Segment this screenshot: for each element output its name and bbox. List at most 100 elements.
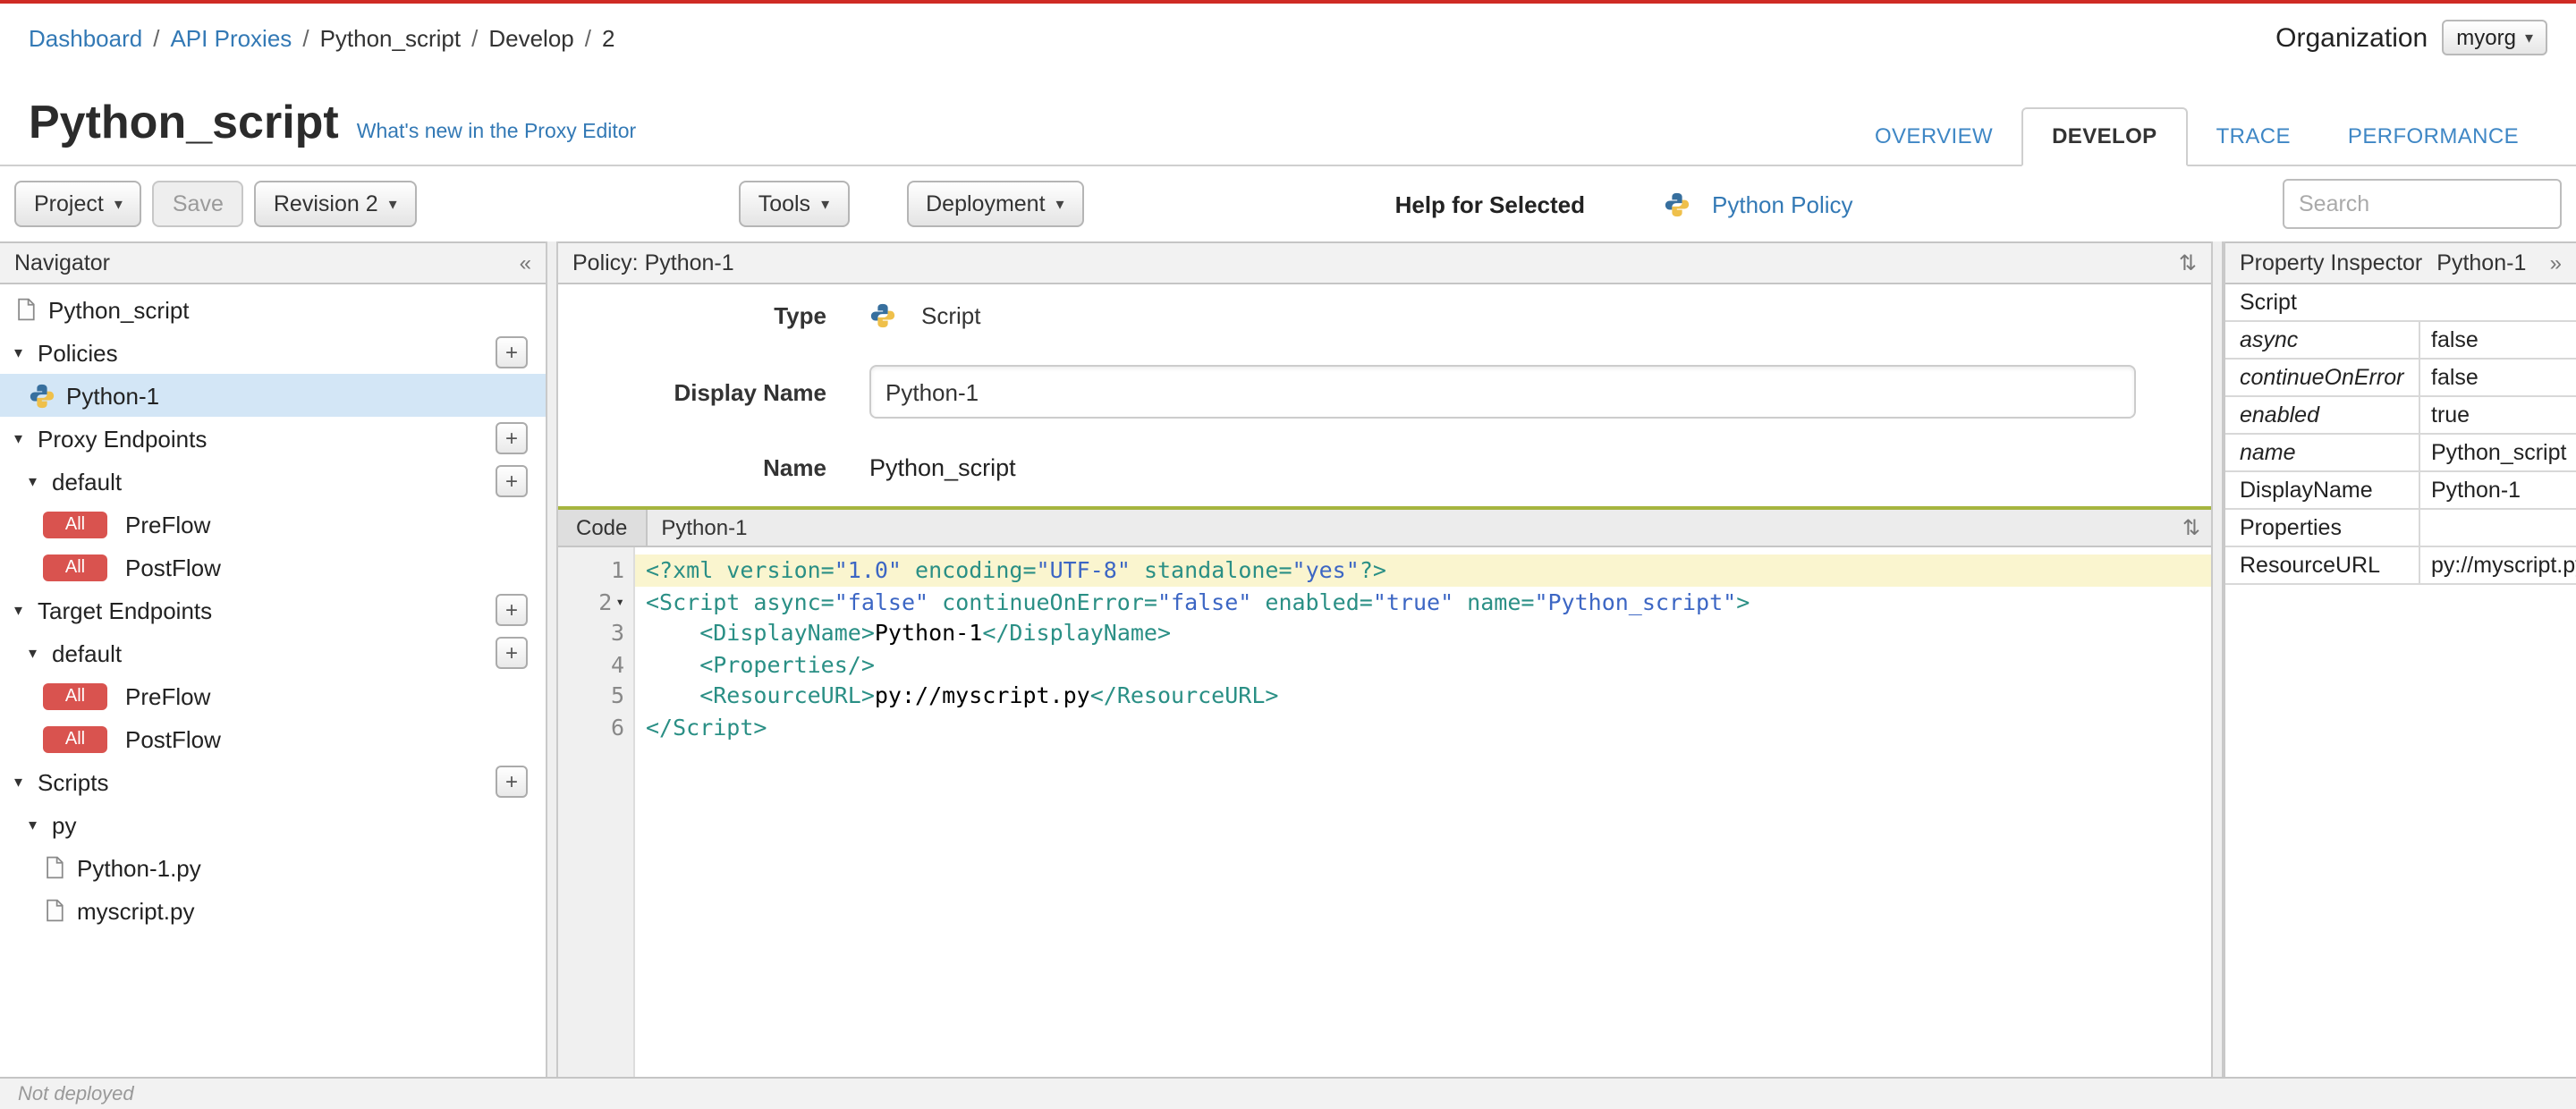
policy-panel-title: Policy: Python-1 <box>572 250 734 275</box>
nav-item-postflow[interactable]: All PostFlow <box>0 717 546 760</box>
add-button[interactable]: + <box>496 637 528 669</box>
breadcrumb-api-proxies[interactable]: API Proxies <box>170 24 292 51</box>
property-row-resourceurl: ResourceURL py://myscript.py <box>2225 547 2576 585</box>
panel-collapse-icon[interactable]: ⇅ <box>2179 250 2197 275</box>
project-button-label: Project <box>34 191 104 216</box>
nav-item-label: Scripts <box>38 768 109 795</box>
code-tab[interactable]: Code <box>558 510 648 546</box>
tree-expand-icon[interactable]: ▾ <box>29 643 52 663</box>
tree-expand-icon[interactable]: ▾ <box>14 343 38 362</box>
project-button[interactable]: Project ▾ <box>14 181 142 227</box>
save-button[interactable]: Save <box>152 181 243 227</box>
vertical-splitter[interactable] <box>2211 241 2224 1077</box>
help-for-selected-label: Help for Selected <box>1394 190 1585 217</box>
organization-value: myorg <box>2456 25 2516 50</box>
vertical-splitter[interactable] <box>546 241 558 1077</box>
organization-label: Organization <box>2275 22 2428 53</box>
tree-expand-icon[interactable]: ▾ <box>14 428 38 448</box>
tab-trace[interactable]: TRACE <box>2188 109 2319 165</box>
tree-expand-icon[interactable]: ▾ <box>29 471 52 491</box>
main-area: Navigator « Python_script ▾ Policies + Pytho… <box>0 241 2576 1077</box>
nav-item-label: PostFlow <box>125 554 221 580</box>
file-icon <box>14 297 38 322</box>
status-bar: Not deployed <box>0 1077 2576 1109</box>
add-button[interactable]: + <box>496 594 528 626</box>
tab-performance[interactable]: PERFORMANCE <box>2319 109 2547 165</box>
display-name-label: Display Name <box>674 378 826 405</box>
nav-item-python-1[interactable]: Python-1 <box>0 374 546 417</box>
tree-expand-icon[interactable]: ▾ <box>29 815 52 834</box>
add-button[interactable]: + <box>496 336 528 368</box>
property-value: true <box>2431 402 2470 428</box>
code-gutter[interactable]: 1 2 ▾ 3 4 5 6 <box>558 547 635 1077</box>
property-row-name: name Python_script <box>2225 435 2576 472</box>
property-key: ResourceURL <box>2225 547 2420 583</box>
gutter-line: 5 <box>610 681 624 708</box>
property-value: py://myscript.py <box>2431 553 2576 578</box>
revision-button[interactable]: Revision 2 ▾ <box>253 181 417 227</box>
nav-item-py[interactable]: ▾ py <box>0 803 546 846</box>
tools-button[interactable]: Tools ▾ <box>738 181 850 227</box>
nav-item-postflow[interactable]: All PostFlow <box>0 546 546 588</box>
add-button[interactable]: + <box>496 465 528 497</box>
name-value: Python_script <box>869 454 1016 481</box>
nav-item-proxy-endpoints[interactable]: ▾ Proxy Endpoints + <box>0 417 546 460</box>
deployment-button[interactable]: Deployment ▾ <box>906 181 1084 227</box>
type-value-text: Script <box>921 302 981 329</box>
nav-item-policies[interactable]: ▾ Policies + <box>0 331 546 374</box>
display-name-input[interactable] <box>869 365 2136 419</box>
breadcrumb-separator: / <box>471 24 479 51</box>
policy-form: Type Script Display Name Name Python_scr… <box>558 284 2211 506</box>
property-row-continueonerror: continueOnError false <box>2225 360 2576 397</box>
add-button[interactable]: + <box>496 766 528 798</box>
expand-right-icon[interactable]: » <box>2550 250 2562 275</box>
nav-item-myscript-py[interactable]: myscript.py <box>0 889 546 932</box>
nav-item-preflow[interactable]: All PreFlow <box>0 674 546 717</box>
page-title: Python_script <box>29 95 339 148</box>
property-inspector-subtitle: Python-1 <box>2436 250 2527 275</box>
nav-item-scripts[interactable]: ▾ Scripts + <box>0 760 546 803</box>
code-editor[interactable]: 1 2 ▾ 3 4 5 6 <?xml version="1.0" encoding="UT… <box>558 547 2211 1077</box>
type-value: Script <box>869 302 980 329</box>
chevron-down-icon: ▾ <box>2524 28 2533 46</box>
nav-item-python-1-py[interactable]: Python-1.py <box>0 846 546 889</box>
nav-item-default[interactable]: ▾ default + <box>0 460 546 503</box>
breadcrumb: Dashboard / API Proxies / Python_script … <box>29 24 614 51</box>
editor-column: Policy: Python-1 ⇅ Type Script Display N… <box>558 241 2211 1077</box>
gutter-line: 4 <box>610 650 624 677</box>
tab-overview[interactable]: OVERVIEW <box>1846 109 2021 165</box>
tab-develop[interactable]: DEVELOP <box>2021 107 2188 166</box>
property-key: continueOnError <box>2225 360 2420 395</box>
nav-item-default[interactable]: ▾ default + <box>0 631 546 674</box>
search-input[interactable] <box>2283 179 2562 229</box>
navigator-panel: Navigator « Python_script ▾ Policies + Pytho… <box>0 241 546 1077</box>
tree-expand-icon[interactable]: ▾ <box>14 772 38 792</box>
tree-expand-icon[interactable]: ▾ <box>14 600 38 620</box>
chevron-down-icon: ▾ <box>1055 194 1064 212</box>
breadcrumb-dashboard[interactable]: Dashboard <box>29 24 142 51</box>
nav-item-target-endpoints[interactable]: ▾ Target Endpoints + <box>0 588 546 631</box>
whats-new-link[interactable]: What's new in the Proxy Editor <box>357 122 636 143</box>
add-button[interactable]: + <box>496 422 528 454</box>
nav-item-label: Python-1.py <box>77 854 201 881</box>
scope-badge: All <box>43 554 107 580</box>
policy-help-link[interactable]: Python Policy <box>1664 190 1853 217</box>
property-key: DisplayName <box>2225 472 2420 508</box>
code-line: <Properties/> <box>646 650 875 677</box>
nav-item-label: Python-1 <box>66 382 160 409</box>
nav-item-label: Policies <box>38 339 118 366</box>
code-line: <Script async="false" continueOnError="f… <box>646 588 1750 614</box>
collapse-left-icon[interactable]: « <box>520 250 531 275</box>
display-name-row: Display Name <box>558 365 2211 419</box>
nav-item-python-script[interactable]: Python_script <box>0 288 546 331</box>
code-lines[interactable]: <?xml version="1.0" encoding="UTF-8" sta… <box>635 547 2211 1077</box>
property-inspector-title: Property Inspector <box>2240 250 2423 275</box>
nav-item-label: PreFlow <box>125 511 211 538</box>
nav-item-preflow[interactable]: All PreFlow <box>0 503 546 546</box>
panel-collapse-icon[interactable]: ⇅ <box>2182 515 2200 540</box>
title-block: Python_script What's new in the Proxy Ed… <box>29 95 636 165</box>
gutter-line: 3 <box>610 619 624 646</box>
organization-dropdown[interactable]: myorg ▾ <box>2442 20 2547 55</box>
nav-item-label: PostFlow <box>125 725 221 752</box>
code-fold-icon[interactable]: ▾ <box>615 586 624 617</box>
